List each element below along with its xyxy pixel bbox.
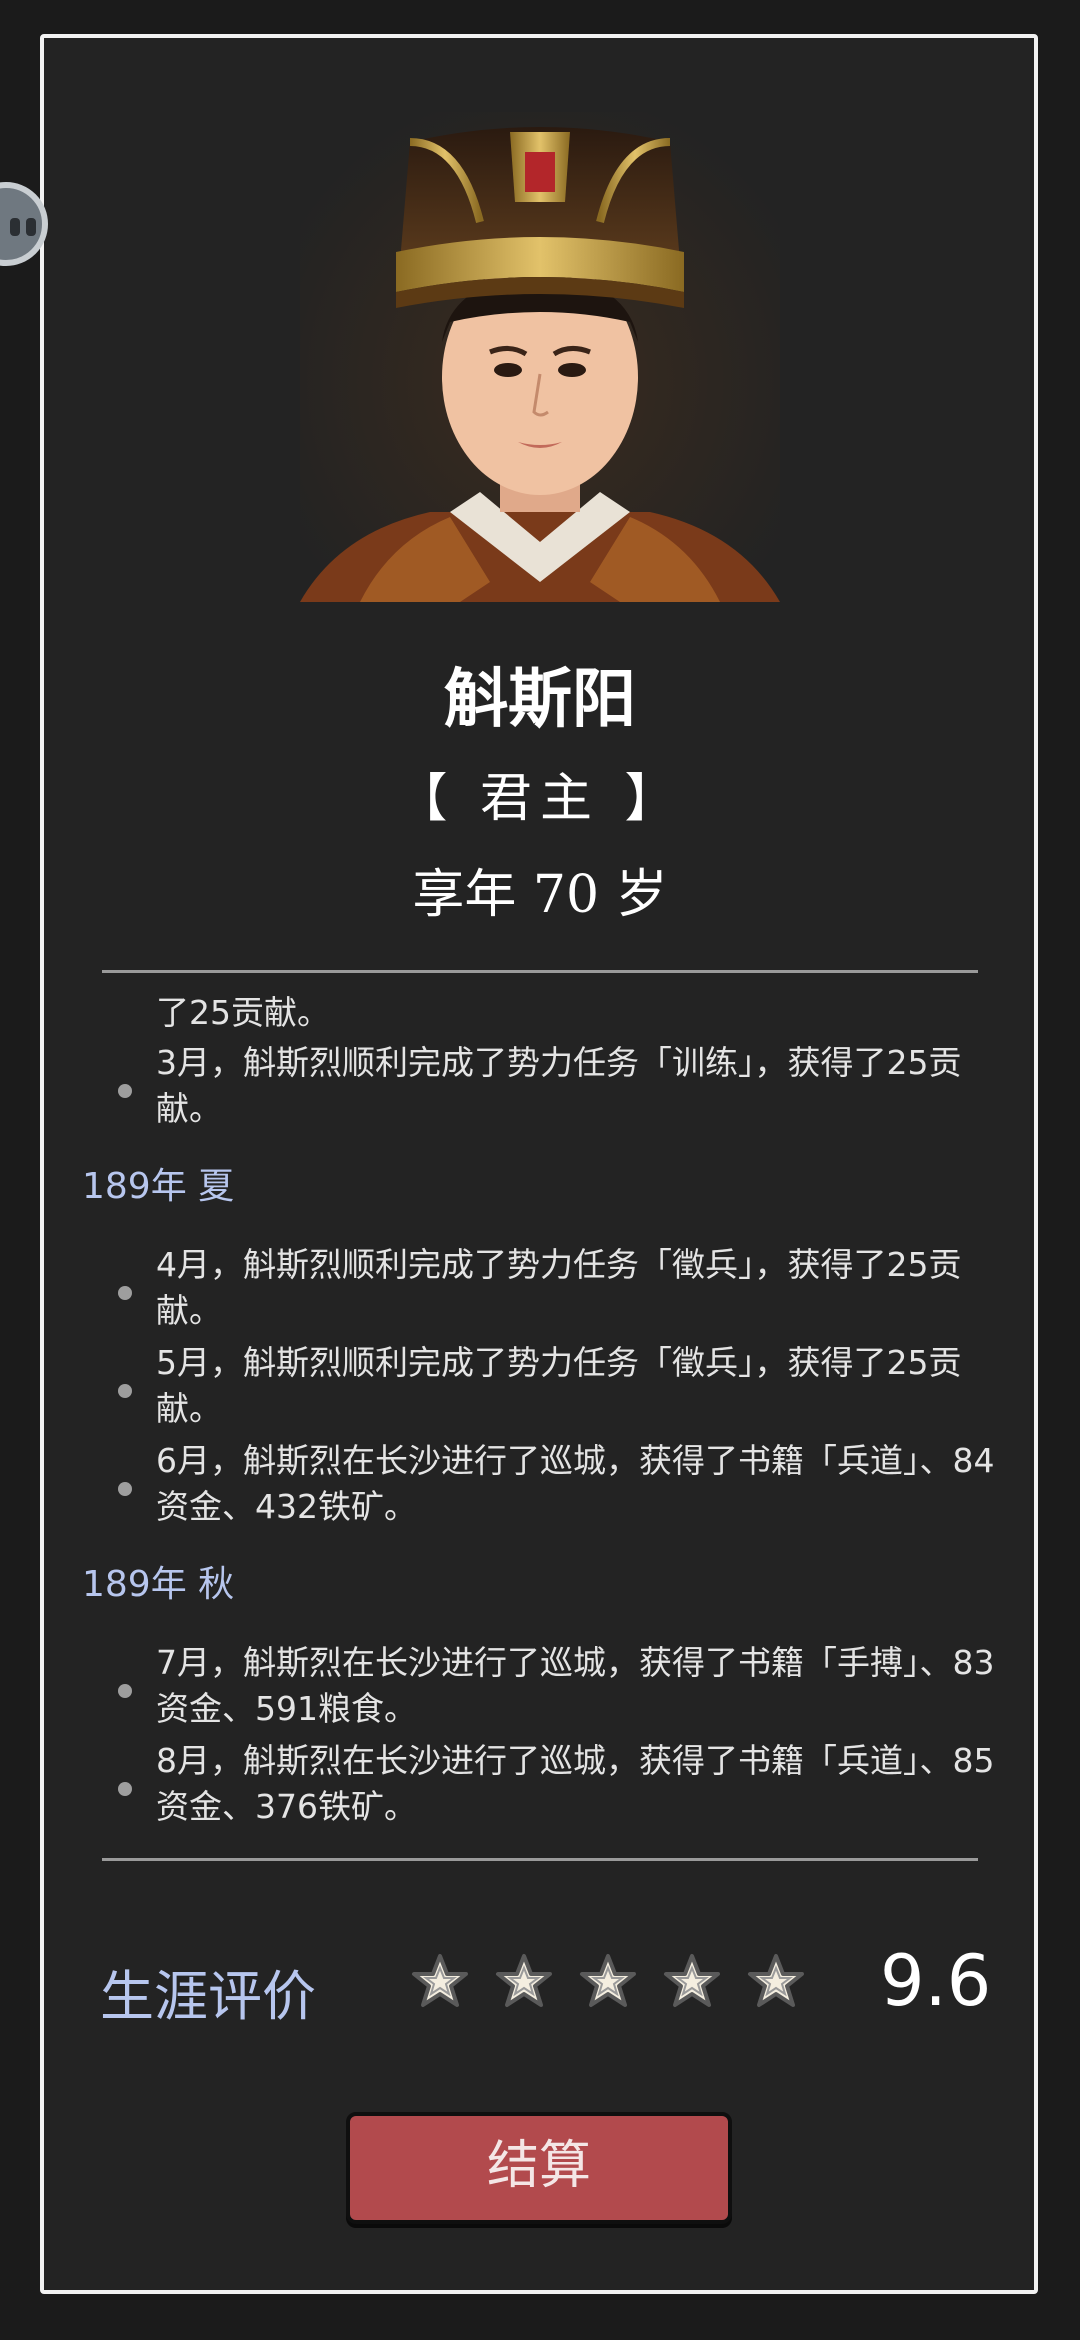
- list-item: 7月，斛斯烈在长沙进行了巡城，获得了书籍「手搏」、83资金、591粮食。: [118, 1640, 1002, 1732]
- character-role: 【 君主 】: [395, 769, 685, 829]
- star-icon: [578, 1952, 638, 2012]
- list-item: 3月，斛斯烈顺利完成了势力任务「训练」，获得了25贡献。: [118, 1040, 1002, 1132]
- career-log[interactable]: 了25贡献。 3月，斛斯烈顺利完成了势力任务「训练」，获得了25贡献。 189年…: [82, 990, 1002, 1836]
- list-item: 5月，斛斯烈顺利完成了势力任务「徵兵」，获得了25贡献。: [118, 1340, 1002, 1432]
- star-icon: [746, 1952, 806, 2012]
- star-icon: [494, 1952, 554, 2012]
- settle-button[interactable]: 结算: [346, 2112, 732, 2224]
- season-heading: 189年 夏: [82, 1166, 235, 1207]
- bullet-icon: [118, 1084, 132, 1098]
- star-icon: [410, 1952, 470, 2012]
- log-fragment: 了25贡献。: [156, 993, 330, 1032]
- bullet-icon: [118, 1684, 132, 1698]
- character-age: 享年 70 岁: [412, 865, 668, 925]
- rating-label: 生涯评价: [100, 1965, 316, 2028]
- character-portrait: [300, 112, 780, 602]
- list-item: 8月，斛斯烈在长沙进行了巡城，获得了书籍「兵道」、85资金、376铁矿。: [118, 1738, 1002, 1830]
- bottom-divider: [102, 1858, 978, 1861]
- top-divider: [102, 970, 978, 973]
- rating-score: 9.6: [880, 1940, 992, 2022]
- rating-stars: [410, 1952, 806, 2012]
- bullet-icon: [118, 1782, 132, 1796]
- list-item: 4月，斛斯烈顺利完成了势力任务「徵兵」，获得了25贡献。: [118, 1242, 1002, 1334]
- star-icon: [662, 1952, 722, 2012]
- bullet-icon: [118, 1286, 132, 1300]
- bullet-icon: [118, 1384, 132, 1398]
- character-name: 斛斯阳: [444, 662, 636, 737]
- list-item: 6月，斛斯烈在长沙进行了巡城，获得了书籍「兵道」、84资金、432铁矿。: [118, 1438, 1002, 1530]
- season-heading: 189年 秋: [82, 1564, 235, 1605]
- bullet-icon: [118, 1482, 132, 1496]
